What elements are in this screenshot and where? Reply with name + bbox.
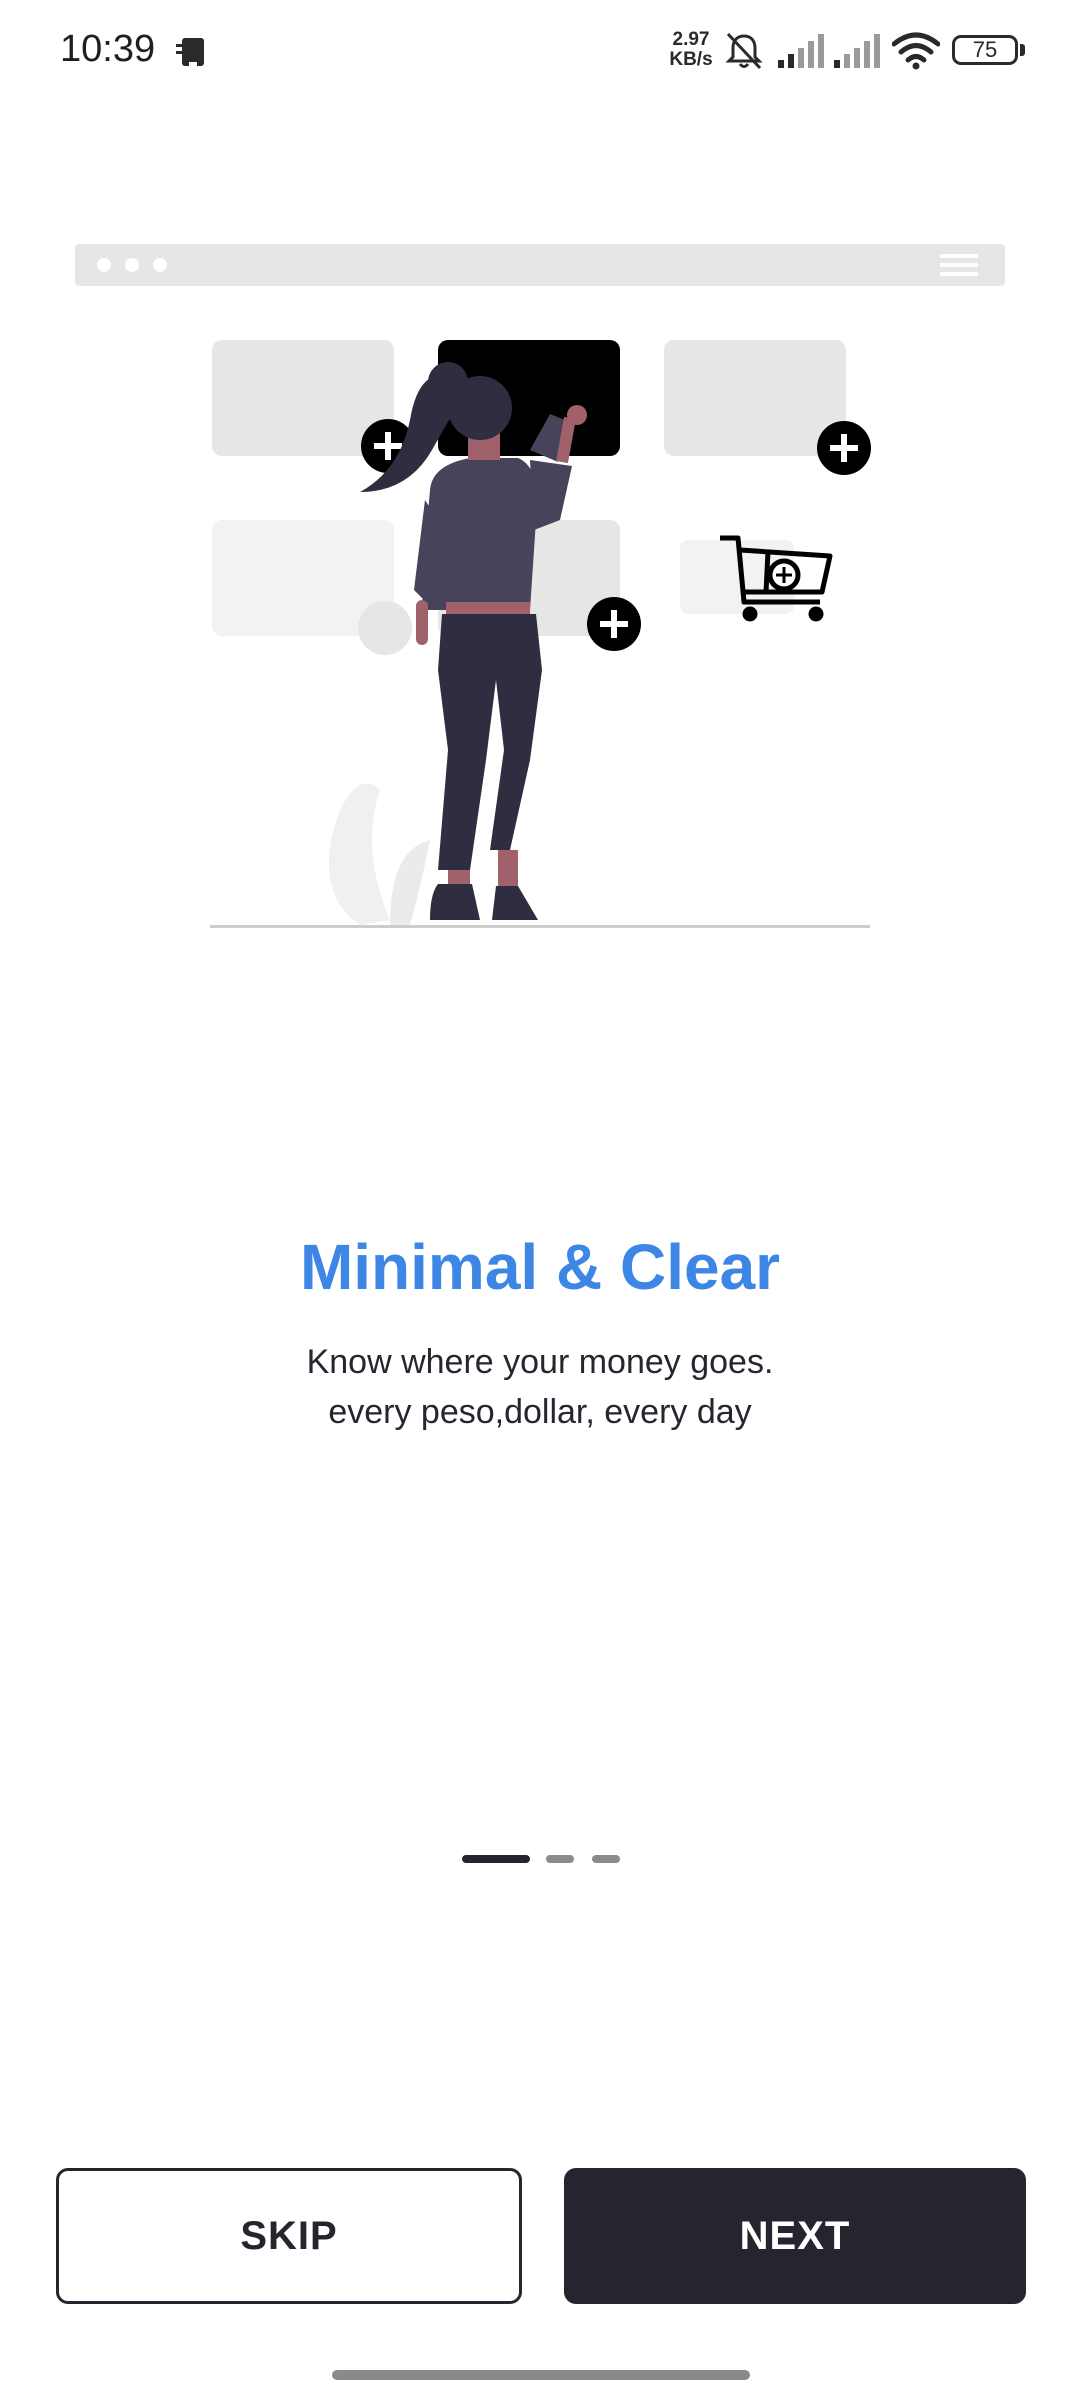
next-button[interactable]: NEXT: [564, 2168, 1026, 2304]
onboarding-description: Know where your money goes. every peso,d…: [0, 1337, 1080, 1437]
wifi-icon: [892, 32, 940, 70]
page-dot: [592, 1855, 620, 1863]
network-speed: 2.97 KB/s: [666, 30, 716, 70]
browser-bar: [75, 244, 1005, 286]
skip-button[interactable]: SKIP: [56, 2168, 522, 2304]
onboarding-description-line: every peso,dollar, every day: [328, 1393, 752, 1431]
plus-circle-icon: [817, 421, 871, 475]
onboarding-screen: 10:39 2.97 KB/s 75 Minimal & Clear Know …: [0, 0, 1080, 2400]
signal-icon: [834, 34, 880, 68]
plus-circle-icon: [587, 597, 641, 651]
signal-icon: [778, 34, 824, 68]
onboarding-description-line: Know where your money goes.: [306, 1343, 774, 1381]
onboarding-illustration: [75, 244, 1005, 928]
menu-icon: [940, 254, 978, 276]
home-indicator[interactable]: [332, 2370, 750, 2380]
status-time: 10:39: [60, 28, 156, 70]
page-dot-active: [462, 1855, 530, 1863]
floor-line: [210, 925, 870, 928]
page-dot: [546, 1855, 574, 1863]
battery-icon: 75: [952, 35, 1018, 65]
page-indicator: [462, 1855, 622, 1863]
onboarding-title: Minimal & Clear: [299, 1231, 781, 1303]
battery-tip: [1020, 44, 1025, 56]
notification-device-icon: [176, 38, 204, 66]
mute-icon: [725, 32, 763, 70]
plant-decoration: [328, 783, 390, 925]
network-speed-value: 2.97: [672, 29, 710, 50]
network-speed-unit: KB/s: [669, 49, 713, 70]
status-bar: 10:39 2.97 KB/s 75: [0, 0, 1080, 100]
battery-level: 75: [972, 37, 998, 62]
